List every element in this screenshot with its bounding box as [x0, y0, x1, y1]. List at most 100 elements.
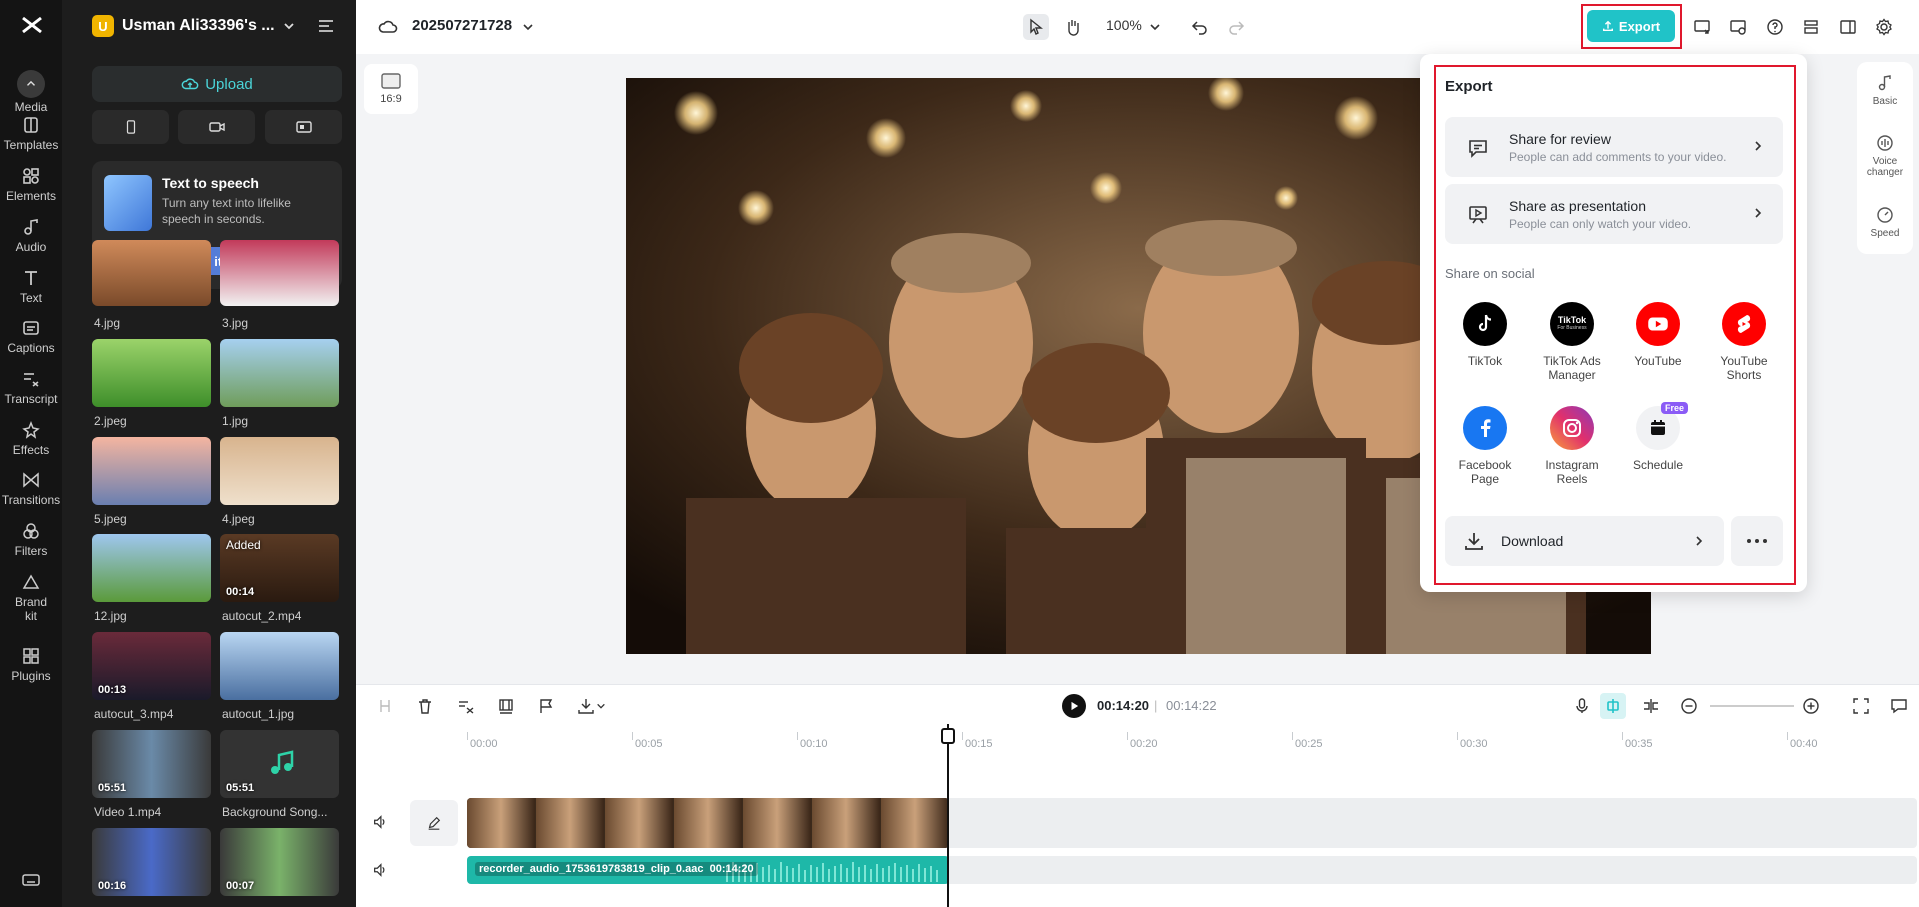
layers-icon — [1802, 18, 1820, 36]
media-tile[interactable]: 00:07 — [220, 828, 339, 896]
record-video-button[interactable] — [178, 110, 255, 144]
fit-timeline-button[interactable] — [1850, 695, 1872, 717]
media-duration: 00:14 — [226, 586, 254, 598]
media-tile[interactable] — [220, 437, 339, 505]
voice-changer-tool[interactable]: Voice changer — [1857, 134, 1913, 178]
rail-item-text[interactable]: Text — [0, 268, 62, 305]
timeline-zoom-slider[interactable] — [1710, 705, 1794, 707]
rail-item-elements[interactable]: Elements — [0, 166, 62, 203]
help-button[interactable] — [1762, 14, 1788, 40]
share-tiktok-ads-button[interactable]: TikTok For Business TikTok Ads Manager — [1531, 302, 1613, 382]
download-button[interactable]: Download — [1445, 516, 1724, 566]
scissors-icon — [457, 697, 475, 715]
marker-button[interactable] — [535, 695, 557, 717]
auto-snap-button[interactable] — [1600, 693, 1626, 719]
redo-button[interactable] — [1223, 14, 1249, 40]
record-screen-button[interactable] — [265, 110, 342, 144]
basic-tool[interactable]: Basic — [1857, 74, 1913, 107]
media-tile[interactable]: 00:13 — [92, 632, 211, 700]
playhead[interactable] — [947, 724, 949, 907]
shield-check-button[interactable] — [1725, 14, 1751, 40]
split-view-button[interactable] — [1640, 695, 1662, 717]
phone-upload-button[interactable] — [92, 110, 169, 144]
media-tile[interactable]: Added 00:14 — [220, 534, 339, 602]
media-tile[interactable] — [92, 339, 211, 407]
media-tile[interactable] — [92, 240, 211, 306]
zoom-level[interactable]: 100% — [1106, 17, 1142, 33]
media-tile[interactable]: 05:51 — [92, 730, 211, 798]
share-for-review-button[interactable]: Share for review People can add comments… — [1445, 117, 1783, 177]
share-youtube-shorts-button[interactable]: YouTube Shorts — [1703, 302, 1785, 382]
media-tile[interactable] — [92, 534, 211, 602]
schedule-button[interactable]: Free Schedule — [1617, 406, 1699, 472]
hand-tool-button[interactable] — [1060, 14, 1086, 40]
aspect-ratio-icon — [381, 73, 401, 89]
zoom-in-button[interactable] — [1800, 695, 1822, 717]
share-facebook-button[interactable]: Facebook Page — [1444, 406, 1526, 486]
tts-description: Turn any text into lifelike speech in se… — [162, 195, 332, 227]
rail-item-brand-kit[interactable]: Brand kit — [0, 572, 62, 623]
current-time: 00:14:20 — [1097, 698, 1149, 713]
playhead-handle[interactable] — [941, 728, 955, 744]
rail-item-transitions[interactable]: Transitions — [0, 470, 62, 507]
media-tile[interactable] — [92, 437, 211, 505]
share-youtube-button[interactable]: YouTube — [1617, 302, 1699, 368]
rail-item-plugins[interactable]: Plugins — [0, 646, 62, 683]
media-tile[interactable] — [220, 339, 339, 407]
rail-item-media[interactable]: Media — [0, 70, 62, 114]
aspect-ratio-button[interactable]: 16:9 — [364, 64, 418, 114]
rail-label: Transcript — [5, 392, 58, 406]
media-tile[interactable] — [220, 632, 339, 700]
calendar-icon — [1648, 418, 1668, 438]
chevron-down-icon[interactable] — [596, 701, 606, 711]
undo-button[interactable] — [1187, 14, 1213, 40]
media-tile[interactable] — [220, 240, 339, 306]
audio-clip[interactable]: recorder_audio_1753619783819_clip_0.aac … — [467, 856, 949, 884]
layout-button[interactable] — [1835, 14, 1861, 40]
pencil-icon — [426, 815, 442, 831]
cloud-sync-icon[interactable] — [378, 17, 398, 37]
share-tiktok-button[interactable]: TikTok — [1444, 302, 1526, 368]
volume-icon[interactable] — [372, 862, 388, 878]
stack-button[interactable] — [1798, 14, 1824, 40]
rail-item-transcript[interactable]: Transcript — [0, 369, 62, 406]
select-tool-button[interactable] — [1023, 14, 1049, 40]
timeline-download-button[interactable] — [575, 695, 597, 717]
record-voice-button[interactable] — [1571, 695, 1593, 717]
media-tile[interactable]: 05:51 — [220, 730, 339, 798]
play-button[interactable] — [1062, 694, 1086, 718]
workspace-switcher[interactable]: U Usman Ali33396's ... — [92, 14, 342, 38]
text-icon — [21, 268, 41, 288]
rail-item-effects[interactable]: Effects — [0, 420, 62, 457]
more-options-button[interactable] — [1731, 516, 1783, 566]
free-badge: Free — [1661, 402, 1688, 414]
rail-item-filters[interactable]: Filters — [0, 521, 62, 558]
media-tile-name: autocut_2.mp4 — [222, 609, 341, 623]
rail-item-audio[interactable]: Audio — [0, 217, 62, 254]
rail-item-templates[interactable]: Templates — [0, 115, 62, 152]
project-title[interactable]: 202507271728 — [412, 17, 512, 34]
zoom-out-button[interactable] — [1678, 695, 1700, 717]
speed-tool[interactable]: Speed — [1857, 206, 1913, 239]
settings-button[interactable] — [1871, 14, 1897, 40]
freeze-button[interactable] — [495, 695, 517, 717]
share-as-presentation-button[interactable]: Share as presentation People can only wa… — [1445, 184, 1783, 244]
timeline-comment-button[interactable] — [1888, 695, 1910, 717]
rail-item-captions[interactable]: Captions — [0, 318, 62, 355]
rail-item-keyboard[interactable] — [0, 870, 62, 893]
edit-cover-button[interactable] — [410, 800, 458, 846]
chevron-down-icon[interactable] — [522, 21, 534, 33]
split-button[interactable] — [374, 695, 396, 717]
delete-button[interactable] — [414, 695, 436, 717]
download-icon — [577, 697, 595, 715]
present-button[interactable] — [1689, 14, 1715, 40]
panel-menu-icon[interactable] — [317, 17, 335, 35]
media-tile[interactable]: 00:16 — [92, 828, 211, 896]
upload-button[interactable]: Upload — [92, 66, 342, 102]
video-clip[interactable] — [467, 798, 949, 848]
share-instagram-button[interactable]: Instagram Reels — [1531, 406, 1613, 486]
chevron-down-icon[interactable] — [1149, 21, 1161, 33]
tiktok-icon — [1473, 312, 1497, 336]
smart-cut-button[interactable] — [455, 695, 477, 717]
volume-icon[interactable] — [372, 814, 388, 830]
